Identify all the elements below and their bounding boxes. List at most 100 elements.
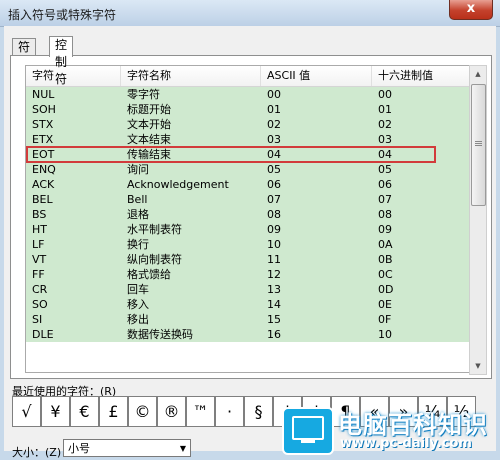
recent-char-cell[interactable]: €: [70, 396, 99, 427]
recent-char-cell[interactable]: √: [12, 396, 41, 427]
cell-hex: 06: [378, 178, 392, 191]
cell-hex: 0E: [378, 298, 392, 311]
cell-char: NUL: [32, 88, 55, 101]
recent-char-cell[interactable]: £: [99, 396, 128, 427]
cell-name: 移入: [127, 298, 149, 311]
cell-name: 退格: [127, 208, 149, 221]
scroll-down-icon[interactable]: ▼: [470, 358, 486, 374]
size-select-value: 小号: [68, 442, 90, 455]
cell-name: Acknowledgement: [127, 178, 229, 191]
tab-symbols[interactable]: 符号: [12, 38, 37, 71]
cell-ascii: 14: [267, 298, 281, 311]
cell-hex: 0D: [378, 283, 394, 296]
table-row[interactable]: ENQ 询问 05 05: [26, 162, 470, 177]
cell-name: 文本开始: [127, 118, 171, 131]
recent-char-cell[interactable]: §: [244, 396, 273, 427]
table-row[interactable]: BEL Bell 07 07: [26, 192, 470, 207]
table-row[interactable]: DLE 数据传送换码 16 10: [26, 327, 470, 342]
scrollbar[interactable]: ▲ ▼: [469, 65, 487, 375]
cell-ascii: 12: [267, 268, 281, 281]
cell-name: 换行: [127, 238, 149, 251]
cell-char: STX: [32, 118, 54, 131]
table-row[interactable]: EOT 传输结束 04 04: [26, 147, 470, 162]
cell-ascii: 03: [267, 133, 281, 146]
recent-char-cell[interactable]: ·: [215, 396, 244, 427]
table-row[interactable]: FF 格式馈给 12 0C: [26, 267, 470, 282]
cell-ascii: 06: [267, 178, 281, 191]
chevron-down-icon[interactable]: ▼: [180, 440, 186, 458]
dialog-body: 符号 控制符 字符 字符名称 ASCII 值 十六进制值 NUL 零字符 00 00 S…: [4, 26, 496, 459]
scroll-thumb[interactable]: [471, 84, 486, 206]
cell-name: 数据传送换码: [127, 328, 193, 341]
table-row[interactable]: STX 文本开始 02 02: [26, 117, 470, 132]
cell-name: 水平制表符: [127, 223, 182, 236]
table-row[interactable]: VT 纵向制表符 11 0B: [26, 252, 470, 267]
table-row[interactable]: HT 水平制表符 09 09: [26, 222, 470, 237]
cell-char: BEL: [32, 193, 53, 206]
monitor-logo-icon: [282, 407, 334, 455]
cell-hex: 02: [378, 118, 392, 131]
cell-hex: 04: [378, 148, 392, 161]
table-row[interactable]: LF 换行 10 0A: [26, 237, 470, 252]
recent-char-cell[interactable]: ¥: [41, 396, 70, 427]
watermark: 电脑百科知识 www.pc-daily.com: [282, 403, 496, 455]
table-row[interactable]: CR 回车 13 0D: [26, 282, 470, 297]
column-header-name[interactable]: 字符名称: [121, 66, 261, 86]
column-header-char[interactable]: 字符: [26, 66, 121, 86]
cell-hex: 05: [378, 163, 392, 176]
cell-ascii: 15: [267, 313, 281, 326]
cell-ascii: 04: [267, 148, 281, 161]
cell-ascii: 08: [267, 208, 281, 221]
table-row[interactable]: ETX 文本结束 03 03: [26, 132, 470, 147]
cell-name: 纵向制表符: [127, 253, 182, 266]
cell-char: FF: [32, 268, 45, 281]
cell-char: ETX: [32, 133, 54, 146]
recent-char-cell[interactable]: ©: [128, 396, 157, 427]
cell-char: HT: [32, 223, 47, 236]
table-row[interactable]: SOH 标题开始 01 01: [26, 102, 470, 117]
tab-control-chars[interactable]: 控制符: [49, 36, 74, 86]
cell-ascii: 00: [267, 88, 281, 101]
list-rows: NUL 零字符 00 00 SOH 标题开始 01 01 STX 文本开始 02 02 ETX 文本结束 0…: [26, 87, 470, 342]
column-header-ascii[interactable]: ASCII 值: [261, 66, 372, 86]
cell-name: 零字符: [127, 88, 160, 101]
cell-ascii: 13: [267, 283, 281, 296]
recent-char-cell[interactable]: ™: [186, 396, 215, 427]
scroll-up-icon[interactable]: ▲: [470, 66, 486, 82]
cell-hex: 01: [378, 103, 392, 116]
cell-char: VT: [32, 253, 47, 266]
cell-char: CR: [32, 283, 48, 296]
cell-char: SOH: [32, 103, 56, 116]
table-row[interactable]: BS 退格 08 08: [26, 207, 470, 222]
cell-name: 移出: [127, 313, 149, 326]
table-row[interactable]: SO 移入 14 0E: [26, 297, 470, 312]
cell-char: SO: [32, 298, 48, 311]
recent-char-cell[interactable]: ®: [157, 396, 186, 427]
close-button[interactable]: x: [449, 0, 493, 20]
tab-panel: 字符 字符名称 ASCII 值 十六进制值 NUL 零字符 00 00 SOH 标题开始 0…: [10, 55, 492, 379]
size-select[interactable]: 小号 ▼: [63, 439, 191, 457]
table-row[interactable]: NUL 零字符 00 00: [26, 87, 470, 102]
cell-hex: 07: [378, 193, 392, 206]
cell-hex: 0B: [378, 253, 393, 266]
cell-char: DLE: [32, 328, 54, 341]
column-header-hex[interactable]: 十六进制值: [372, 66, 470, 86]
cell-char: ACK: [32, 178, 55, 191]
cell-hex: 00: [378, 88, 392, 101]
cell-hex: 09: [378, 223, 392, 236]
table-row[interactable]: ACK Acknowledgement 06 06: [26, 177, 470, 192]
cell-ascii: 11: [267, 253, 281, 266]
cell-name: 询问: [127, 163, 149, 176]
grip-icon: [475, 141, 482, 142]
cell-name: 标题开始: [127, 103, 171, 116]
cell-name: 传输结束: [127, 148, 171, 161]
cell-ascii: 02: [267, 118, 281, 131]
table-row[interactable]: SI 移出 15 0F: [26, 312, 470, 327]
watermark-title: 电脑百科知识: [338, 411, 488, 439]
cell-hex: 0C: [378, 268, 393, 281]
cell-char: LF: [32, 238, 45, 251]
cell-char: ENQ: [32, 163, 56, 176]
control-char-list[interactable]: 字符 字符名称 ASCII 值 十六进制值 NUL 零字符 00 00 SOH 标题开始 0…: [25, 65, 471, 373]
cell-hex: 0F: [378, 313, 392, 326]
cell-hex: 08: [378, 208, 392, 221]
